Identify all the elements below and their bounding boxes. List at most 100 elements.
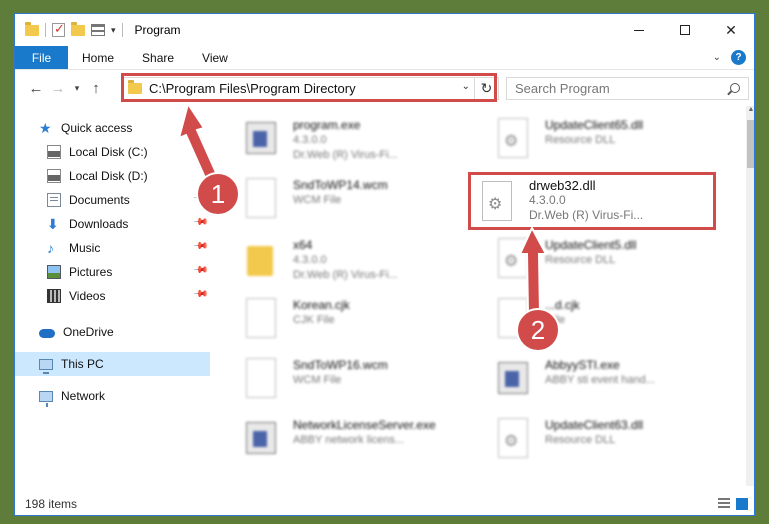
file-item[interactable]: Korean.cjk CJK File (235, 292, 467, 350)
navigation-row: ← → ▾ ↑ C:\Program Files\Program Directo… (15, 71, 754, 105)
minimize-button[interactable] (616, 14, 662, 46)
address-path[interactable]: C:\Program Files\Program Directory (149, 81, 356, 96)
maximize-icon (680, 25, 690, 35)
dll-icon (498, 238, 528, 278)
details-view-icon[interactable] (718, 498, 730, 510)
file-item[interactable]: AbbyySTI.exe ABBY sti event hand... (487, 352, 719, 410)
scrollbar-thumb[interactable] (747, 120, 754, 168)
tab-view[interactable]: View (188, 46, 242, 69)
explorer-window: ▾ Program ✕ File Home Share View ⌄ ? ← →… (14, 13, 755, 516)
sidebar-item-videos[interactable]: Videos 📌 (15, 284, 210, 308)
sidebar-item-music[interactable]: ♪ Music 📌 (15, 236, 210, 260)
properties-icon[interactable] (91, 24, 105, 36)
pin-icon[interactable]: 📌 (191, 262, 208, 279)
file-name: drweb32.dll (529, 178, 596, 193)
sidebar-item-this-pc[interactable]: This PC (15, 352, 210, 376)
pin-icon[interactable]: 📌 (191, 214, 208, 231)
file-detail: WCM File (293, 194, 342, 206)
file-detail: Dr.Web (R) Virus-Fi... (293, 269, 398, 281)
sidebar-item-network[interactable]: Network (15, 384, 210, 408)
file-icon (246, 178, 276, 218)
file-detail: ABBY network licens... (293, 434, 405, 446)
sidebar-item-label: Downloads (69, 217, 129, 231)
forward-arrow-icon[interactable]: → (47, 80, 69, 97)
sidebar-item-onedrive[interactable]: OneDrive (15, 320, 210, 344)
refresh-icon[interactable]: ↻ (474, 78, 498, 99)
tab-home[interactable]: Home (68, 46, 128, 69)
maximize-button[interactable] (662, 14, 708, 46)
file-name: Korean.cjk (293, 298, 350, 312)
search-icon[interactable] (730, 83, 740, 93)
file-item[interactable]: UpdateClient65.dll Resource DLL (487, 112, 719, 170)
navigation-pane: ★ Quick access Local Disk (C:) Local Dis… (15, 106, 210, 486)
sidebar-item-label: Local Disk (C:) (69, 145, 148, 159)
file-detail: Resource DLL (545, 254, 616, 266)
file-name: x64 (293, 238, 313, 252)
address-dropdown-icon[interactable]: ⌄ (462, 81, 470, 92)
file-name: SndToWP16.wcm (293, 358, 388, 372)
status-bar: 198 items (15, 492, 754, 515)
scroll-up-icon[interactable]: ▲ (746, 106, 754, 118)
step-1-badge: 1 (196, 172, 240, 216)
file-version: 4.3.0.0 (529, 193, 566, 207)
pin-icon[interactable]: 📌 (191, 286, 208, 303)
properties-check-icon[interactable] (52, 21, 65, 37)
step-2-badge: 2 (516, 308, 560, 352)
window-title: Program (134, 23, 181, 37)
sidebar-item-label: Videos (69, 289, 106, 303)
pin-icon[interactable]: 📌 (191, 238, 208, 255)
item-count: 198 items (25, 497, 78, 511)
sidebar-item-label: Documents (69, 193, 130, 207)
search-input[interactable]: Search Program (515, 81, 610, 96)
dll-icon (498, 118, 528, 158)
file-item[interactable]: x64 4.3.0.0 Dr.Web (R) Virus-Fi... (235, 232, 467, 290)
ribbon-right: ⌄ ? (713, 46, 754, 69)
file-item[interactable]: UpdateClient63.dll Resource DLL (487, 412, 719, 470)
close-button[interactable]: ✕ (708, 14, 754, 46)
vertical-scrollbar[interactable]: ▲ (746, 106, 754, 486)
disk-icon (47, 169, 61, 183)
videos-icon (47, 289, 61, 303)
expand-ribbon-icon[interactable]: ⌄ (713, 52, 721, 63)
sidebar-item-downloads[interactable]: ⬇ Downloads 📌 (15, 212, 210, 236)
sidebar-item-documents[interactable]: Documents 📌 (15, 188, 210, 212)
exe-icon (498, 362, 528, 394)
disk-icon (47, 145, 61, 159)
file-detail: 4.3.0.0 (293, 134, 327, 146)
file-name: AbbyySTI.exe (545, 358, 620, 372)
new-folder-icon[interactable] (71, 21, 85, 36)
window-controls: ✕ (616, 14, 754, 46)
customize-toolbar-icon[interactable]: ▾ (111, 25, 116, 36)
onedrive-cloud-icon (39, 329, 55, 338)
sidebar-item-quick-access[interactable]: ★ Quick access (15, 116, 210, 140)
highlighted-file-drweb32[interactable]: drweb32.dll 4.3.0.0 Dr.Web (R) Virus-Fi.… (468, 172, 716, 230)
tiles-view-icon[interactable] (736, 498, 748, 510)
separator (45, 23, 46, 37)
file-detail: Resource DLL (545, 434, 616, 446)
network-icon (39, 390, 53, 407)
sidebar-item-pictures[interactable]: Pictures 📌 (15, 260, 210, 284)
file-item[interactable]: NetworkLicenseServer.exe ABBY network li… (235, 412, 467, 470)
file-name: SndToWP14.wcm (293, 178, 388, 192)
recent-locations-icon[interactable]: ▾ (69, 83, 85, 94)
back-arrow-icon[interactable]: ← (25, 80, 47, 97)
sidebar-item-label: Pictures (69, 265, 113, 279)
file-item[interactable]: program.exe 4.3.0.0 Dr.Web (R) Virus-Fi.… (235, 112, 467, 170)
tab-file[interactable]: File (15, 46, 68, 69)
address-bar[interactable]: C:\Program Files\Program Directory ⌄ ↻ (122, 77, 499, 100)
search-box[interactable]: Search Program (506, 77, 749, 100)
file-description: Dr.Web (R) Virus-Fi... (529, 208, 644, 222)
separator (121, 23, 123, 37)
up-arrow-icon[interactable]: ↑ (85, 80, 107, 97)
dll-icon (482, 181, 512, 221)
sidebar-item-local-disk-d[interactable]: Local Disk (D:) (15, 164, 210, 188)
tab-share[interactable]: Share (128, 46, 188, 69)
sidebar-item-local-disk-c[interactable]: Local Disk (C:) (15, 140, 210, 164)
file-icon (246, 298, 276, 338)
pictures-icon (47, 265, 61, 279)
file-item[interactable]: SndToWP14.wcm WCM File (235, 172, 467, 230)
file-icon (246, 358, 276, 398)
file-item[interactable]: UpdateClient5.dll Resource DLL (487, 232, 719, 290)
file-item[interactable]: SndToWP16.wcm WCM File (235, 352, 467, 410)
help-icon[interactable]: ? (731, 50, 746, 65)
